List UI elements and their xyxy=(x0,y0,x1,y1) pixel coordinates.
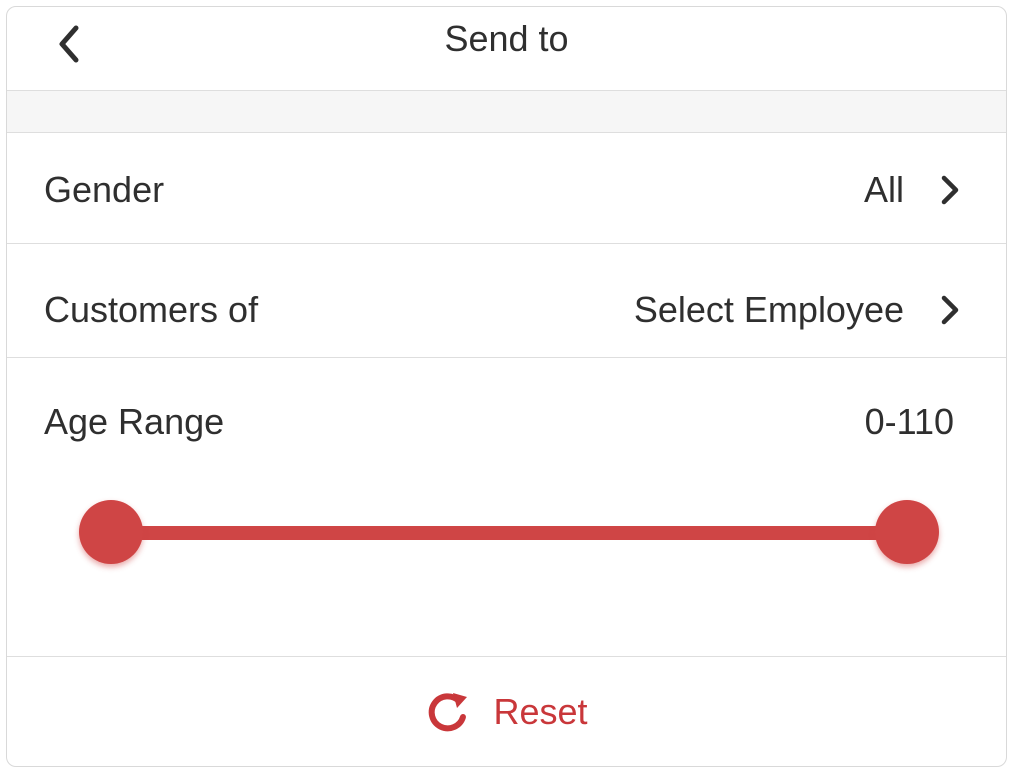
customers-of-row[interactable]: Customers of Select Employee xyxy=(7,244,1006,358)
age-range-slider[interactable] xyxy=(79,500,939,570)
redo-icon xyxy=(429,692,468,731)
employee-selector[interactable]: Select Employee xyxy=(634,289,962,331)
customers-of-label: Customers of xyxy=(44,289,259,330)
gender-selector[interactable]: All xyxy=(864,169,962,211)
slider-track xyxy=(111,526,907,540)
age-range-value: 0-110 xyxy=(864,401,954,442)
gender-value: All xyxy=(863,169,904,210)
footer: Reset xyxy=(7,657,1006,766)
slider-max-handle[interactable] xyxy=(875,500,939,564)
reset-button[interactable]: Reset xyxy=(425,689,588,735)
header: Send to xyxy=(7,7,1006,91)
section-spacer xyxy=(7,91,1006,133)
employee-value: Select Employee xyxy=(633,289,904,330)
chevron-right-icon xyxy=(938,175,962,205)
chevron-right-icon xyxy=(938,295,962,325)
slider-min-handle[interactable] xyxy=(79,500,143,564)
send-to-panel: Send to Gender All Customers of Select E… xyxy=(6,6,1007,767)
gender-label: Gender xyxy=(44,169,165,210)
gender-row[interactable]: Gender All xyxy=(7,133,1006,244)
reset-label: Reset xyxy=(493,690,588,732)
age-range-label: Age Range xyxy=(44,401,225,442)
age-range-row: Age Range 0-110 xyxy=(7,358,1006,657)
page-title: Send to xyxy=(444,18,569,59)
